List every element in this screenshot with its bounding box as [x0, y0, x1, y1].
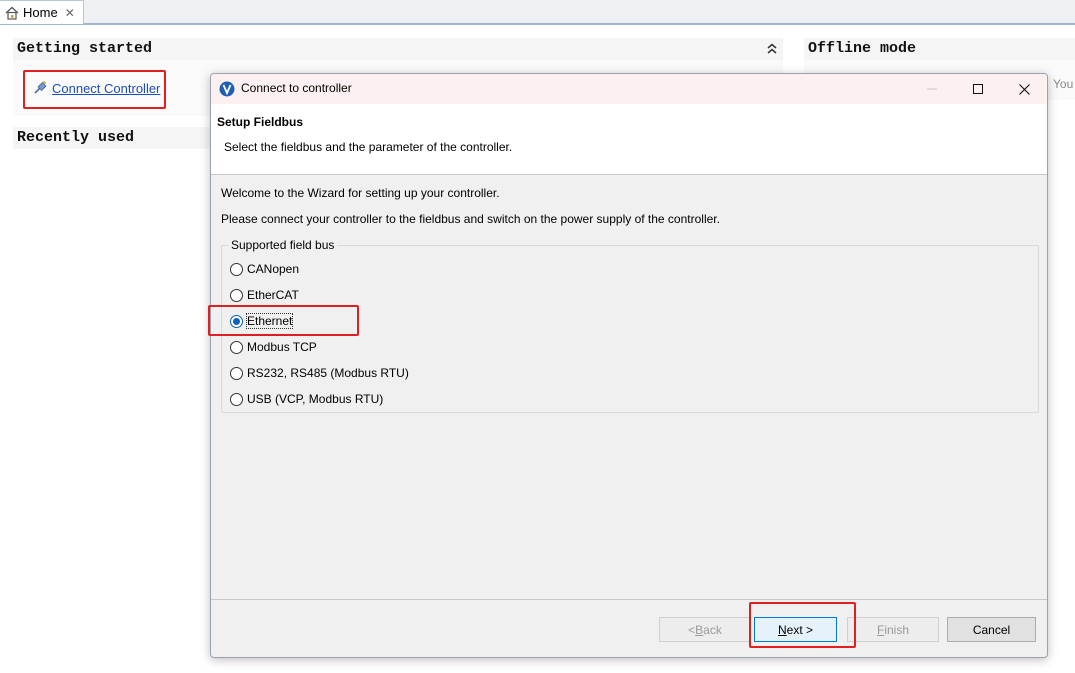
back-mnemonic: B	[695, 622, 704, 637]
radio-label: Modbus TCP	[247, 340, 317, 354]
radio-label: RS232, RS485 (Modbus RTU)	[247, 366, 409, 380]
finish-button[interactable]: Finish	[847, 617, 939, 642]
radio-label: EtherCAT	[247, 288, 299, 302]
radio-rs232-rs485[interactable]: RS232, RS485 (Modbus RTU)	[230, 366, 409, 380]
radio-label: USB (VCP, Modbus RTU)	[247, 392, 384, 406]
collapse-icon[interactable]	[767, 38, 777, 62]
radio-label: CANopen	[247, 262, 300, 276]
radio-button[interactable]	[230, 392, 243, 406]
tab-home[interactable]: Home ✕	[0, 0, 84, 24]
highlight-ethernet	[208, 305, 359, 336]
dialog-title: Connect to controller	[241, 81, 352, 95]
offline-mode-header[interactable]: Offline mode	[804, 38, 1075, 60]
back-button[interactable]: < Back	[659, 617, 751, 642]
minimize-button[interactable]	[909, 74, 955, 104]
recently-used-header[interactable]: Recently used	[13, 127, 213, 149]
wizard-button-bar: < Back Next > Finish Cancel	[211, 599, 1047, 657]
maximize-icon	[973, 84, 983, 94]
cancel-button[interactable]: Cancel	[947, 617, 1036, 642]
finish-mnemonic: F	[876, 622, 885, 637]
maximize-button[interactable]	[955, 74, 1001, 104]
fieldbus-group-label: Supported field bus	[228, 238, 338, 252]
home-icon	[5, 6, 19, 20]
radio-usb[interactable]: USB (VCP, Modbus RTU)	[230, 392, 383, 406]
radio-button[interactable]	[230, 366, 243, 380]
highlight-connect-controller	[23, 70, 166, 109]
wizard-page-description: Select the fieldbus and the parameter of…	[224, 140, 513, 154]
radio-modbus-tcp[interactable]: Modbus TCP	[230, 340, 317, 354]
offline-mode-text: You	[1053, 77, 1074, 91]
radio-ethercat[interactable]: EtherCAT	[230, 288, 299, 302]
app-logo-icon	[219, 81, 235, 97]
editor-tab-strip: Home ✕	[0, 0, 1075, 25]
finish-rest: inish	[884, 622, 910, 637]
connect-to-controller-dialog: Connect to controller Setup Fieldbus Sel…	[210, 73, 1048, 658]
back-prefix: <	[688, 622, 696, 637]
wizard-page-title: Setup Fieldbus	[217, 115, 304, 129]
radio-canopen[interactable]: CANopen	[230, 262, 299, 276]
highlight-next-button	[749, 602, 856, 648]
dialog-title-bar[interactable]: Connect to controller	[211, 74, 1047, 104]
close-window-button[interactable]	[1001, 74, 1047, 104]
getting-started-title: Getting started	[17, 40, 153, 57]
wizard-header: Setup Fieldbus Select the fieldbus and t…	[211, 104, 1047, 175]
minimize-icon	[927, 88, 937, 90]
tab-home-label: Home	[23, 5, 58, 20]
getting-started-header[interactable]: Getting started	[13, 38, 783, 60]
wizard-content: Welcome to the Wizard for setting up you…	[211, 175, 1047, 599]
instruction-text: Please connect your controller to the fi…	[221, 212, 720, 226]
close-icon	[1018, 83, 1030, 95]
close-icon[interactable]: ✕	[65, 6, 75, 20]
radio-button[interactable]	[230, 288, 243, 302]
back-rest: ack	[703, 622, 722, 637]
radio-button[interactable]	[230, 340, 243, 354]
offline-mode-title: Offline mode	[808, 40, 917, 57]
recently-used-title: Recently used	[17, 129, 135, 146]
radio-button[interactable]	[230, 262, 243, 276]
welcome-text: Welcome to the Wizard for setting up you…	[221, 186, 500, 200]
